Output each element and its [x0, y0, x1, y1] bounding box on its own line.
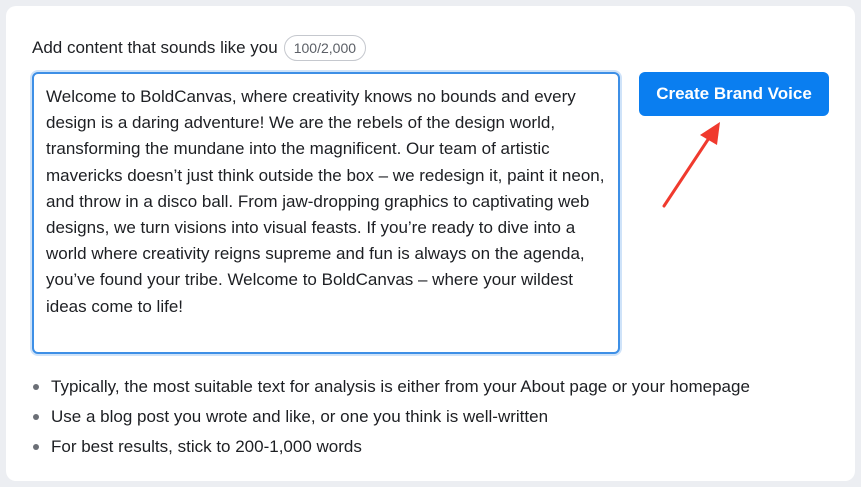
list-item: For best results, stick to 200-1,000 wor…: [32, 432, 750, 462]
bullet-icon: [33, 384, 39, 390]
tip-text: Typically, the most suitable text for an…: [51, 377, 750, 396]
bullet-icon: [33, 414, 39, 420]
create-brand-voice-button[interactable]: Create Brand Voice: [639, 72, 829, 116]
brand-content-textarea[interactable]: Welcome to BoldCanvas, where creativity …: [32, 72, 620, 354]
tips-list: Typically, the most suitable text for an…: [32, 372, 750, 462]
tip-text: For best results, stick to 200-1,000 wor…: [51, 437, 362, 456]
tip-text: Use a blog post you wrote and like, or o…: [51, 407, 549, 426]
list-item: Typically, the most suitable text for an…: [32, 372, 750, 402]
content-header: Add content that sounds like you 100/2,0…: [32, 34, 367, 62]
content-label: Add content that sounds like you: [32, 38, 278, 57]
character-counter-badge: 100/2,000: [283, 35, 367, 61]
red-arrow-annotation-icon: [662, 122, 720, 208]
list-item: Use a blog post you wrote and like, or o…: [32, 402, 750, 432]
bullet-icon: [33, 444, 39, 450]
